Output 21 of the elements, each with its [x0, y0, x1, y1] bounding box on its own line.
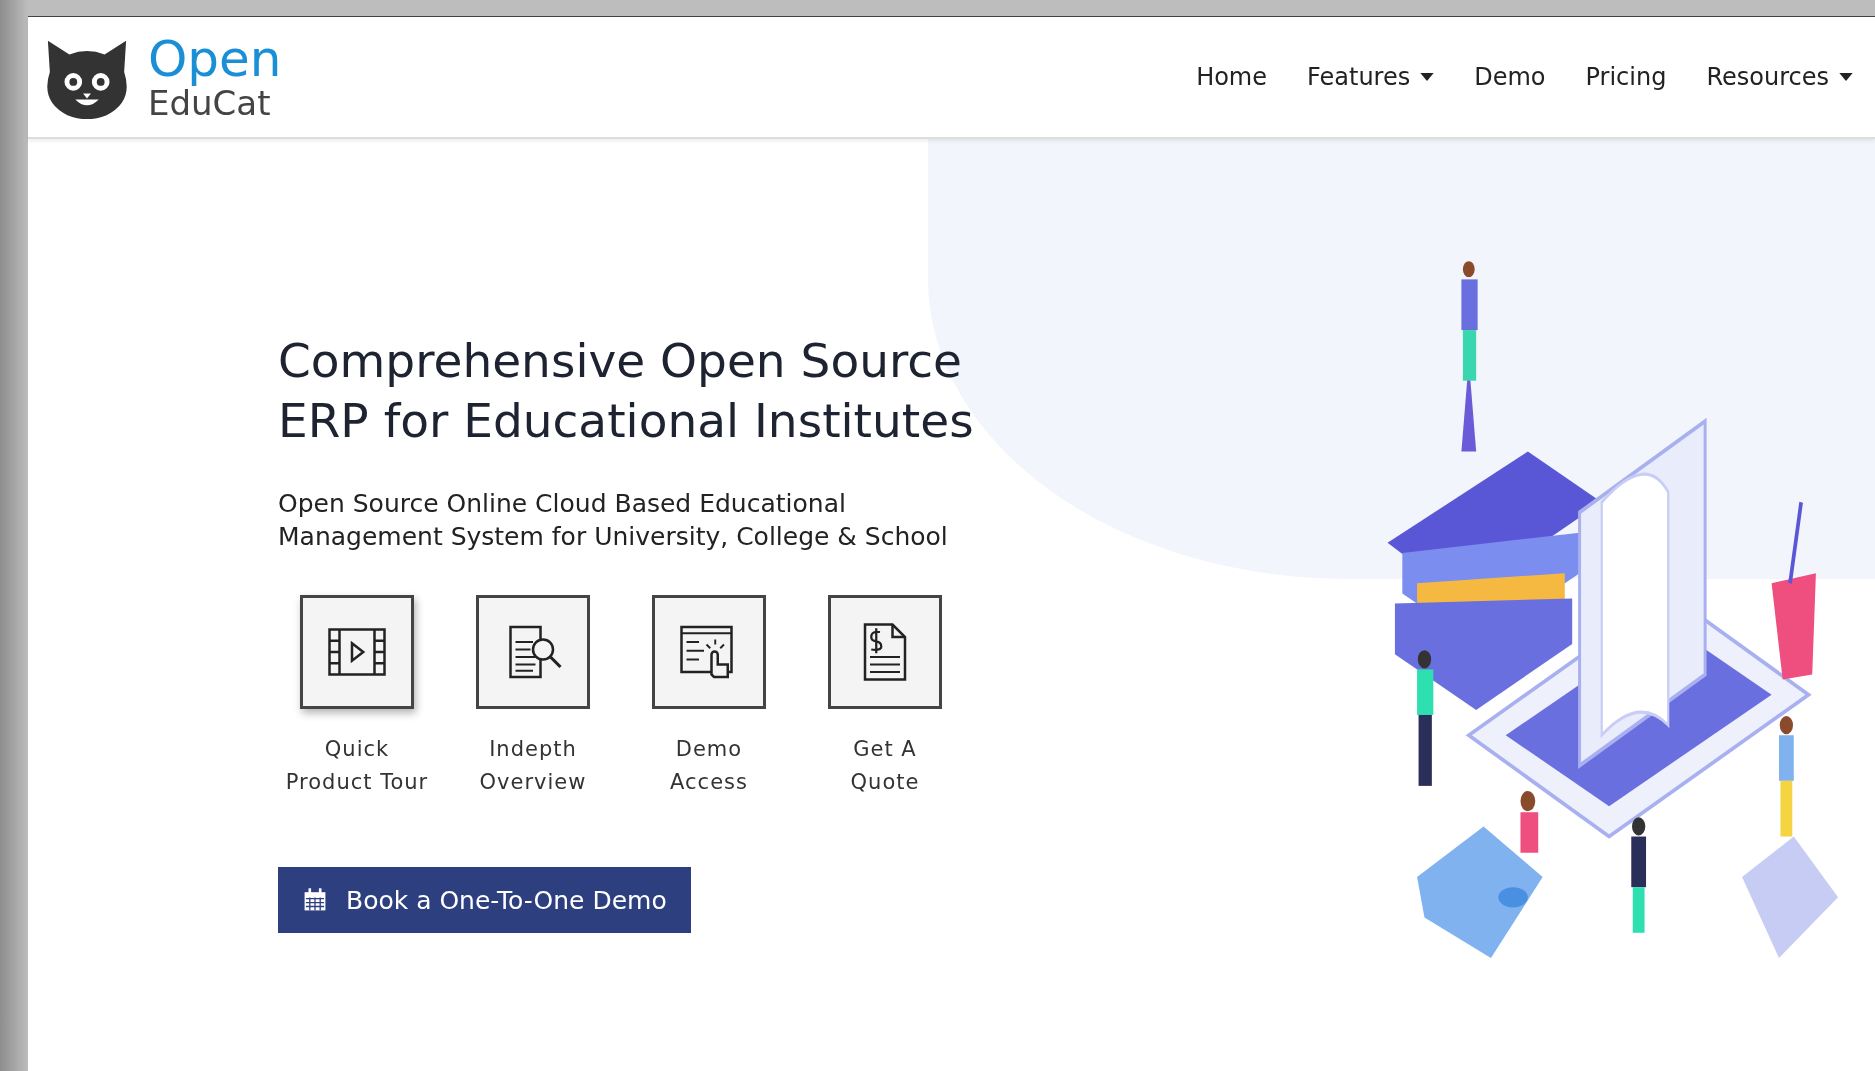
feature-label[interactable]: Get A Quote — [850, 733, 920, 799]
logo-wordmark: Open — [148, 34, 282, 84]
feature-label[interactable]: Demo Access — [670, 733, 748, 799]
book-demo-button[interactable]: Book a One-To-One Demo — [278, 867, 691, 933]
caret-icon — [1839, 73, 1853, 81]
feature-label[interactable]: Quick Product Tour — [285, 733, 429, 799]
nav-link[interactable]: Home — [1196, 63, 1267, 91]
feature-tile[interactable] — [476, 595, 590, 709]
nav-link[interactable]: Pricing — [1585, 63, 1667, 91]
feature-tile[interactable] — [300, 595, 414, 709]
feature-label[interactable]: Indepth Overview — [479, 733, 587, 799]
feature-tile[interactable] — [828, 595, 942, 709]
nav-link[interactable]: Demo — [1474, 63, 1546, 91]
nav-dropdown[interactable]: Resources — [1706, 63, 1853, 91]
feature-tile[interactable] — [652, 595, 766, 709]
logo-wordmark-subtitle: EduCat — [148, 86, 271, 120]
hero-subheading: Open Source Online Cloud Based Educational Management System for University, College & School — [278, 488, 949, 553]
caret-icon — [1420, 73, 1435, 81]
nav-dropdown[interactable]: Features — [1307, 63, 1435, 91]
calendar-icon — [302, 887, 328, 913]
hero-heading: Comprehensive Open Source ERP for Educational Institutes — [278, 332, 975, 450]
